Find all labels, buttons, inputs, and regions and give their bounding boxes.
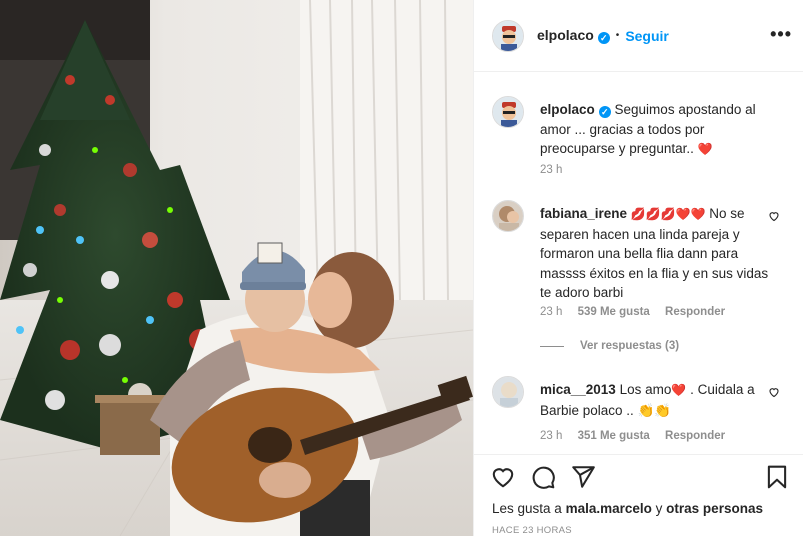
more-options-icon[interactable]: •••	[770, 25, 792, 43]
reply-button[interactable]: Responder	[665, 430, 725, 442]
small-heart-icon[interactable]	[768, 210, 780, 225]
comment-username[interactable]: fabiana_irene	[540, 206, 627, 221]
comment-text: mica__2013 Los amo❤️ . Cuidala a Barbie …	[540, 380, 772, 420]
comment-time[interactable]: 23 h	[540, 306, 562, 318]
replies-divider	[540, 345, 564, 347]
post-timestamp[interactable]: HACE 23 HORAS	[492, 525, 572, 536]
avatar-image	[493, 97, 523, 127]
comment-meta: 23 h 539 Me gusta Responder	[540, 306, 737, 318]
comment-emoji-end: 👏👏	[637, 402, 672, 418]
avatar-image	[493, 20, 523, 51]
caption-username[interactable]: elpolaco	[540, 102, 595, 117]
likes-user-link[interactable]: mala.marcelo	[566, 501, 652, 516]
comment-emoji: ❤️	[671, 383, 687, 397]
likes-prefix: Les gusta a	[492, 501, 562, 516]
likes-summary: Les gusta a mala.marcelo y otras persona…	[492, 501, 763, 516]
post-header: elpolaco ✓ • Seguir •••	[474, 0, 803, 72]
small-heart-icon[interactable]	[768, 386, 780, 401]
verified-badge-icon: ✓	[597, 32, 610, 44]
post-photo[interactable]	[0, 0, 473, 536]
caption-meta: 23 h	[540, 164, 574, 176]
view-replies-label[interactable]: Ver respuestas (3)	[580, 340, 679, 352]
comment-icon[interactable]	[530, 464, 556, 490]
comment-username[interactable]: mica__2013	[540, 382, 616, 397]
likes-others-link[interactable]: otras personas	[666, 501, 763, 516]
likes-conj: y	[655, 501, 663, 516]
view-replies-button[interactable]: Ver respuestas (3)	[540, 340, 679, 352]
post-username[interactable]: elpolaco ✓	[537, 27, 610, 44]
caption-time[interactable]: 23 h	[540, 164, 562, 176]
avatar[interactable]	[492, 19, 524, 52]
comment-text: fabiana_irene 💋💋💋❤️❤️ No se separen hace…	[540, 204, 772, 303]
comment-meta: 23 h 351 Me gusta Responder	[540, 430, 737, 442]
avatar[interactable]	[492, 376, 524, 408]
action-bar: Les gusta a mala.marcelo y otras persona…	[474, 454, 803, 536]
avatar[interactable]	[492, 96, 524, 128]
share-icon[interactable]	[570, 464, 596, 490]
reply-button[interactable]: Responder	[665, 306, 725, 318]
comment-likes[interactable]: 539 Me gusta	[578, 306, 650, 318]
comment-emoji: 💋💋💋❤️❤️	[630, 207, 706, 221]
bookmark-icon[interactable]	[764, 464, 790, 490]
comment-likes[interactable]: 351 Me gusta	[578, 430, 650, 442]
comment-body: Los amo	[619, 382, 672, 397]
avatar[interactable]	[492, 200, 524, 232]
post-image	[0, 0, 473, 536]
separator-dot: •	[615, 30, 620, 41]
avatar-image	[493, 201, 523, 231]
heart-icon[interactable]	[490, 464, 516, 490]
follow-button[interactable]: Seguir	[625, 28, 669, 44]
post-sidebar: elpolaco ✓ • Seguir ••• elpolaco ✓ Seguimo…	[473, 0, 803, 536]
avatar-image	[493, 377, 523, 407]
username-text[interactable]: elpolaco	[537, 27, 594, 43]
caption-text: elpolaco ✓ Seguimos apostando al amor ...…	[540, 100, 772, 160]
comments-list: elpolaco ✓ Seguimos apostando al amor ...…	[474, 72, 803, 454]
verified-badge-icon: ✓	[598, 106, 611, 118]
caption-emoji: ❤️	[697, 142, 713, 156]
comment-time[interactable]: 23 h	[540, 430, 562, 442]
